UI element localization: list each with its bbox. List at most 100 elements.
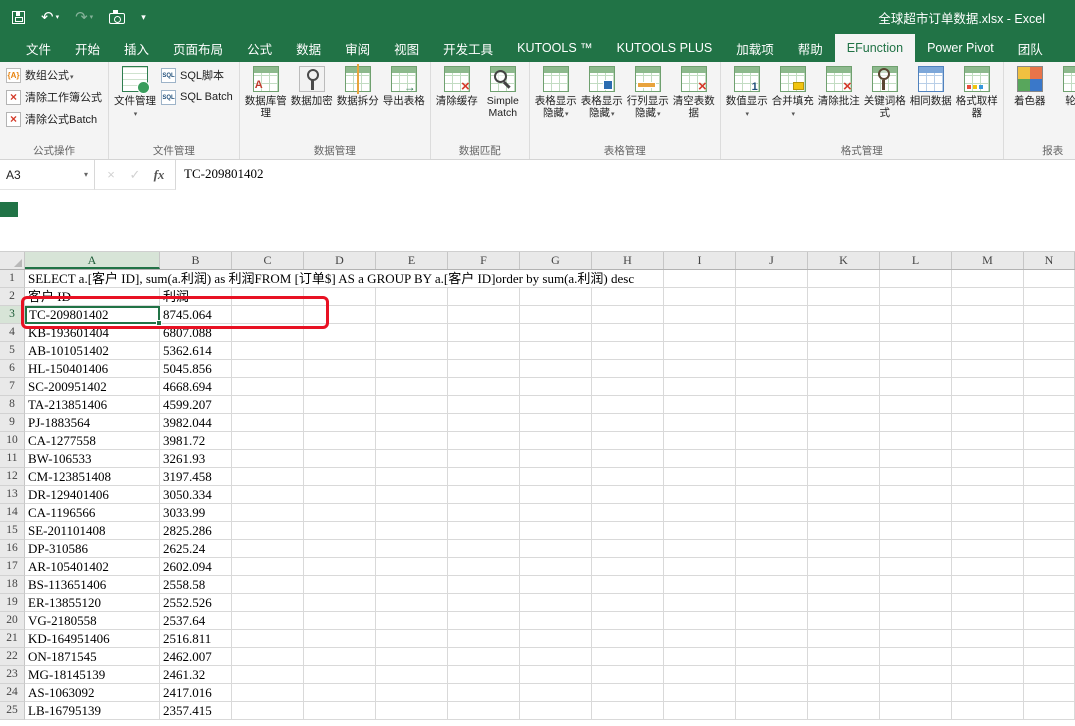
cell-D9[interactable] <box>304 414 376 432</box>
cell-E10[interactable] <box>376 432 448 450</box>
cell-D16[interactable] <box>304 540 376 558</box>
cell-D5[interactable] <box>304 342 376 360</box>
cell-J19[interactable] <box>736 594 808 612</box>
enter-button[interactable]: ✓ <box>123 167 147 183</box>
cell-N4[interactable] <box>1024 324 1075 342</box>
column-header-E[interactable]: E <box>376 252 448 269</box>
cell-D23[interactable] <box>304 666 376 684</box>
cell-D8[interactable] <box>304 396 376 414</box>
cell-E4[interactable] <box>376 324 448 342</box>
file-manage-button[interactable]: 文件管理▾ <box>112 63 158 135</box>
cell-C22[interactable] <box>232 648 304 666</box>
cell-I13[interactable] <box>664 486 736 504</box>
cell-E21[interactable] <box>376 630 448 648</box>
cell-J12[interactable] <box>736 468 808 486</box>
cell-A10[interactable]: CA-1277558 <box>25 432 160 450</box>
row-header-15[interactable]: 15 <box>0 522 25 540</box>
cell-D20[interactable] <box>304 612 376 630</box>
cell-L24[interactable] <box>880 684 952 702</box>
cell-A24[interactable]: AS-1063092 <box>25 684 160 702</box>
cell-F17[interactable] <box>448 558 520 576</box>
cell-N2[interactable] <box>1024 288 1075 306</box>
cell-D14[interactable] <box>304 504 376 522</box>
tab-page-layout[interactable]: 页面布局 <box>161 34 235 62</box>
cell-I20[interactable] <box>664 612 736 630</box>
cell-F10[interactable] <box>448 432 520 450</box>
cell-C4[interactable] <box>232 324 304 342</box>
cell-G2[interactable] <box>520 288 592 306</box>
column-header-A[interactable]: A <box>25 252 160 269</box>
row-header-16[interactable]: 16 <box>0 540 25 558</box>
cell-L10[interactable] <box>880 432 952 450</box>
sql-button[interactable]: SQL脚本 <box>158 66 236 84</box>
cell-N15[interactable] <box>1024 522 1075 540</box>
clear-formula-batch-button[interactable]: 清除公式Batch <box>3 110 105 128</box>
fill-handle[interactable] <box>156 320 162 326</box>
cell-K9[interactable] <box>808 414 880 432</box>
cell-B14[interactable]: 3033.99 <box>160 504 232 522</box>
cell-E9[interactable] <box>376 414 448 432</box>
cell-E18[interactable] <box>376 576 448 594</box>
cell-M25[interactable] <box>952 702 1024 720</box>
cell-E8[interactable] <box>376 396 448 414</box>
cell-M12[interactable] <box>952 468 1024 486</box>
cell-J4[interactable] <box>736 324 808 342</box>
cell-K23[interactable] <box>808 666 880 684</box>
cell-E24[interactable] <box>376 684 448 702</box>
cell-B19[interactable]: 2552.526 <box>160 594 232 612</box>
cell-L2[interactable] <box>880 288 952 306</box>
cell-A23[interactable]: MG-18145139 <box>25 666 160 684</box>
number-display-button[interactable]: 数值显示▾ <box>724 63 770 135</box>
cell-A2[interactable]: 客户 ID <box>25 288 160 306</box>
cell-N22[interactable] <box>1024 648 1075 666</box>
cell-D25[interactable] <box>304 702 376 720</box>
cell-N5[interactable] <box>1024 342 1075 360</box>
cell-M22[interactable] <box>952 648 1024 666</box>
cell-M21[interactable] <box>952 630 1024 648</box>
row-header-1[interactable]: 1 <box>0 270 25 288</box>
tab-developer[interactable]: 开发工具 <box>431 34 505 62</box>
cell-A19[interactable]: ER-13855120 <box>25 594 160 612</box>
cell-B20[interactable]: 2537.64 <box>160 612 232 630</box>
cell-L19[interactable] <box>880 594 952 612</box>
column-header-H[interactable]: H <box>592 252 664 269</box>
cell-E3[interactable] <box>376 306 448 324</box>
cell-K14[interactable] <box>808 504 880 522</box>
cell-C9[interactable] <box>232 414 304 432</box>
cell-K2[interactable] <box>808 288 880 306</box>
tab-efunction[interactable]: EFunction <box>834 34 916 62</box>
cell-G20[interactable] <box>520 612 592 630</box>
tab-review[interactable]: 审阅 <box>333 34 382 62</box>
cell-N24[interactable] <box>1024 684 1075 702</box>
same-data-button[interactable]: 相同数据 <box>908 63 954 135</box>
tab-add-ins[interactable]: 加载项 <box>724 34 786 62</box>
cell-H25[interactable] <box>592 702 664 720</box>
cell-F11[interactable] <box>448 450 520 468</box>
cell-I11[interactable] <box>664 450 736 468</box>
row-header-3[interactable]: 3 <box>0 306 25 324</box>
cell-B12[interactable]: 3197.458 <box>160 468 232 486</box>
data-encrypt-button[interactable]: 数据加密 <box>289 63 335 135</box>
cell-L20[interactable] <box>880 612 952 630</box>
tab-kutools-plus[interactable]: KUTOOLS PLUS <box>605 34 725 62</box>
column-header-C[interactable]: C <box>232 252 304 269</box>
cell-H21[interactable] <box>592 630 664 648</box>
cell-H5[interactable] <box>592 342 664 360</box>
cell-I25[interactable] <box>664 702 736 720</box>
cell-H18[interactable] <box>592 576 664 594</box>
cell-H19[interactable] <box>592 594 664 612</box>
cell-I2[interactable] <box>664 288 736 306</box>
cell-G22[interactable] <box>520 648 592 666</box>
row-header-22[interactable]: 22 <box>0 648 25 666</box>
cell-I14[interactable] <box>664 504 736 522</box>
cell-E5[interactable] <box>376 342 448 360</box>
cell-J2[interactable] <box>736 288 808 306</box>
grid-cell[interactable] <box>736 270 808 288</box>
cell-N13[interactable] <box>1024 486 1075 504</box>
cell-I24[interactable] <box>664 684 736 702</box>
cell-K21[interactable] <box>808 630 880 648</box>
cell-F3[interactable] <box>448 306 520 324</box>
cell-N21[interactable] <box>1024 630 1075 648</box>
cell-N18[interactable] <box>1024 576 1075 594</box>
cell-C24[interactable] <box>232 684 304 702</box>
